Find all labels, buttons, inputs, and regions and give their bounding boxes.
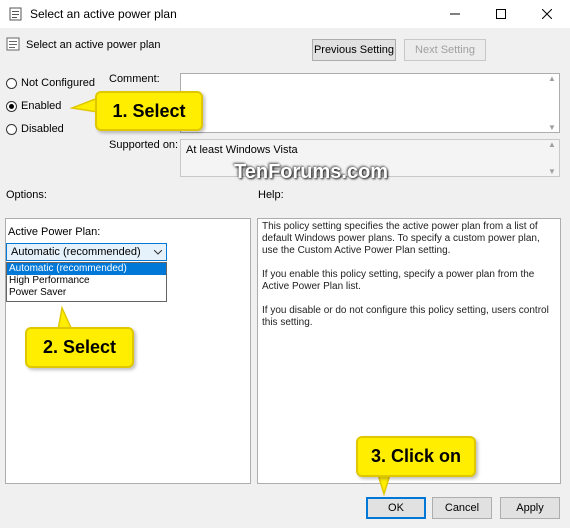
radio-label: Enabled (21, 100, 62, 112)
setting-title: Select an active power plan (26, 39, 161, 51)
apply-button[interactable]: Apply (500, 497, 560, 519)
callout-select-1: 1. Select (95, 91, 203, 131)
comment-label: Comment: (109, 73, 160, 85)
window-title: Select an active power plan (30, 7, 177, 21)
dropdown-option[interactable]: Power Saver (7, 287, 166, 299)
next-setting-button[interactable]: Next Setting (404, 39, 486, 61)
close-button[interactable] (524, 0, 570, 28)
callout-select-2: 2. Select (25, 327, 134, 368)
callout-click-ok: 3. Click on (356, 436, 476, 477)
comment-scrollbar[interactable]: ▲ ▼ (545, 74, 559, 132)
radio-circle (6, 123, 17, 135)
watermark: TenForums.com (234, 161, 389, 183)
ok-button[interactable]: OK (366, 497, 426, 519)
cancel-button[interactable]: Cancel (432, 497, 492, 519)
chevron-down-icon (154, 249, 162, 255)
minimize-icon (450, 13, 460, 15)
minimize-button[interactable] (432, 0, 478, 28)
dropdown-option[interactable]: Automatic (recommended) (7, 263, 166, 275)
dropdown-list: Automatic (recommended) High Performance… (6, 262, 167, 302)
setting-icon (6, 37, 20, 51)
radio-circle (6, 100, 17, 112)
power-plan-label: Active Power Plan: (8, 226, 101, 238)
close-icon (542, 9, 552, 19)
dropdown-option[interactable]: High Performance (7, 275, 166, 287)
supported-label: Supported on: (109, 139, 179, 151)
help-paragraph: If you disable or do not configure this … (262, 305, 549, 328)
radio-label: Not Configured (21, 77, 95, 89)
policy-icon (8, 6, 24, 22)
dropdown-value: Automatic (recommended) (11, 246, 141, 258)
radio-circle (6, 77, 17, 89)
maximize-icon (496, 9, 506, 19)
help-paragraph: If you enable this policy setting, speci… (262, 269, 535, 292)
power-plan-dropdown[interactable]: Automatic (recommended) (6, 243, 167, 261)
previous-setting-button[interactable]: Previous Setting (312, 39, 396, 61)
radio-label: Disabled (21, 123, 64, 135)
comment-field[interactable]: ▲ ▼ (180, 73, 560, 133)
supported-scrollbar[interactable]: ▲ ▼ (545, 140, 559, 176)
maximize-button[interactable] (478, 0, 524, 28)
options-label: Options: (6, 189, 47, 201)
supported-value: At least Windows Vista (186, 144, 298, 156)
help-label: Help: (258, 189, 284, 201)
radio-enabled[interactable]: Enabled (6, 100, 61, 112)
help-paragraph: This policy setting specifies the active… (262, 221, 540, 256)
radio-disabled[interactable]: Disabled (6, 123, 64, 135)
radio-not-configured[interactable]: Not Configured (6, 77, 95, 89)
